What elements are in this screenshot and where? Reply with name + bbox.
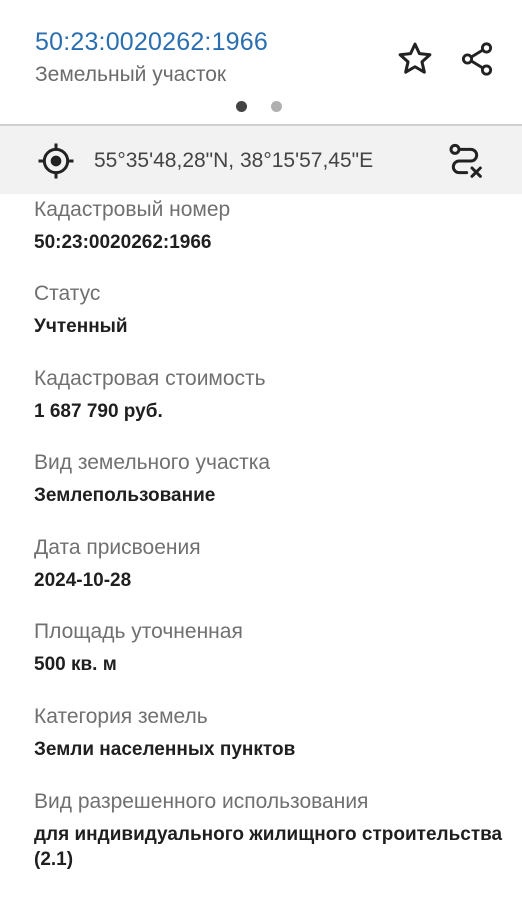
screen: 50:23:0020262:1966 Земельный участок 55°…: [0, 0, 522, 900]
field-label: Площадь уточненная: [34, 620, 243, 643]
field-value[interactable]: для индивидуального жилищного строительс…: [34, 822, 504, 872]
coordinates-text[interactable]: 55°35'48,28"N, 38°15'57,45"E: [94, 149, 373, 173]
field-label: Вид разрешенного использования: [34, 790, 369, 813]
field-cadastral-value: Кадастровая стоимость 1 687 790 руб.: [34, 365, 504, 424]
field-label: Кадастровая стоимость: [34, 367, 266, 390]
field-value[interactable]: 50:23:0020262:1966: [34, 230, 504, 255]
route-cancel-icon: [449, 143, 482, 178]
field-status: Статус Учтенный: [34, 280, 504, 339]
pager-dot-active[interactable]: [236, 101, 247, 112]
field-label: Дата присвоения: [34, 536, 201, 559]
field-cadastral-number: Кадастровый номер 50:23:0020262:1966: [34, 196, 504, 255]
field-permitted-use: Вид разрешенного использования для индив…: [34, 788, 504, 872]
field-assignment-date: Дата присвоения 2024-10-28: [34, 534, 504, 593]
page-subtitle: Земельный участок: [35, 63, 227, 86]
field-label: Кадастровый номер: [34, 198, 231, 221]
field-value[interactable]: Земли населенных пунктов: [34, 737, 504, 762]
pager-dot-inactive[interactable]: [271, 101, 282, 112]
field-value[interactable]: 1 687 790 руб.: [34, 399, 504, 424]
field-land-type: Вид земельного участка Землепользование: [34, 449, 504, 508]
share-button[interactable]: [455, 37, 499, 81]
crosshair-target-icon: [38, 143, 74, 179]
locate-button[interactable]: [34, 139, 78, 183]
field-value[interactable]: 500 кв. м: [34, 652, 504, 677]
share-icon: [461, 42, 493, 76]
details-list[interactable]: Кадастровый номер 50:23:0020262:1966 Ста…: [0, 194, 522, 900]
pager-indicator: [236, 101, 282, 112]
field-land-category: Категория земель Земли населенных пункто…: [34, 703, 504, 762]
field-label: Статус: [34, 282, 101, 305]
field-label: Вид земельного участка: [34, 451, 271, 474]
field-value[interactable]: 2024-10-28: [34, 568, 504, 593]
favorite-button[interactable]: [393, 37, 437, 81]
field-label: Категория земель: [34, 705, 208, 728]
field-area: Площадь уточненная 500 кв. м: [34, 618, 504, 677]
route-cancel-button[interactable]: [443, 139, 487, 183]
field-value[interactable]: Учтенный: [34, 314, 504, 339]
star-outline-icon: [398, 42, 432, 74]
page-title: 50:23:0020262:1966: [35, 28, 268, 56]
field-value[interactable]: Землепользование: [34, 483, 504, 508]
header: 50:23:0020262:1966 Земельный участок: [0, 0, 522, 125]
